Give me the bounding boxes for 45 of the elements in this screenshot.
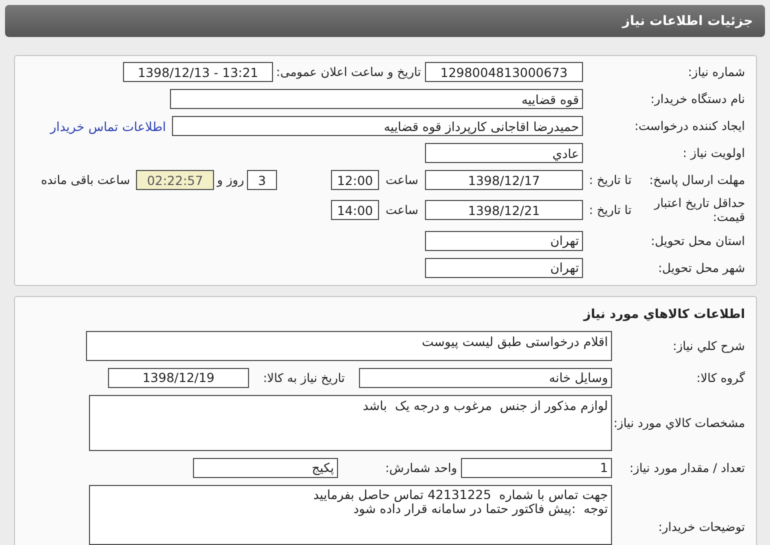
section-title: اطلاعات کالاهاي مورد نياز: [584, 306, 745, 322]
field-label: ایجاد کننده درخواست:: [634, 119, 745, 133]
spec-field: لوازم مذکور از جنس مرغوب و درجه یک باشد: [89, 394, 612, 451]
deadline-time-field: 12:00: [331, 170, 379, 190]
field-label: شماره نیاز:: [688, 65, 745, 79]
buyer-notes-field: جهت تماس با شماره 42131225 تماس حاصل بفرمایید توجه :پیش فاکتور حتما در سامانه قرار داده شود: [89, 484, 612, 545]
need-date-field: 1398/12/19: [108, 368, 249, 388]
city-field: تهران: [425, 258, 583, 278]
field-label: استان محل تحویل:: [650, 234, 745, 248]
field-label: روز و: [217, 173, 244, 187]
deadline-date-field: 1398/12/17: [425, 170, 583, 190]
requester-field: حمیدرضا اقاجانی کارپرداز قوه قضاییه: [172, 116, 583, 136]
field-label: تا تاریخ :: [589, 173, 632, 187]
validity-date-field: 1398/12/21: [425, 200, 583, 220]
unit-field: پکیج: [193, 458, 338, 478]
field-label: تعداد / مقدار مورد نیاز:: [629, 460, 745, 475]
field-label: ساعت: [384, 173, 420, 187]
priority-field: عادي: [425, 143, 583, 163]
field-label: شرح کلي نياز:: [672, 338, 745, 353]
announce-date-field: 1398/12/13 - 13:21: [123, 62, 273, 82]
field-label: نام دستگاه خریدار:: [650, 92, 745, 106]
field-label: توضیحات خریدار:: [658, 520, 745, 534]
days-field: 3: [247, 170, 277, 190]
field-label: واحد شمارش:: [384, 460, 458, 475]
goods-group-field: وسایل خانه: [359, 368, 612, 388]
summary-field: اقلام درخواستی طبق لیست پیوست: [86, 330, 612, 361]
buyer-contact-link[interactable]: اطلاعات تماس خریدار: [50, 118, 166, 134]
field-label: اولویت نیاز :: [682, 146, 745, 160]
field-label: تا تاریخ :: [589, 203, 632, 218]
remaining-time-field: 02:22:57: [136, 170, 214, 190]
field-label: تاریخ و ساعت اعلان عمومی:: [275, 65, 421, 79]
buyer-org-field: قوه قضاییه: [170, 89, 583, 109]
field-label: حداقل تاریخ اعتبار قیمت:: [652, 196, 745, 225]
field-label: شهر محل تحویل:: [658, 260, 745, 275]
field-label: مهلت ارسال پاسخ:: [649, 173, 745, 187]
field-label: مشخصات کالاي مورد نياز:: [613, 416, 745, 430]
field-label: ساعت باقی مانده: [40, 173, 130, 187]
quantity-field: 1: [461, 458, 612, 478]
page-title: جزئیات اطلاعات نیاز: [622, 14, 753, 28]
validity-time-field: 14:00: [331, 200, 379, 220]
province-field: تهران: [425, 230, 583, 251]
field-label: تاریخ نیاز به کالا:: [262, 370, 346, 385]
need-number-field: 1298004813000673: [425, 62, 583, 82]
field-label: ساعت: [384, 203, 420, 218]
field-label: گروه کالا:: [696, 370, 745, 385]
